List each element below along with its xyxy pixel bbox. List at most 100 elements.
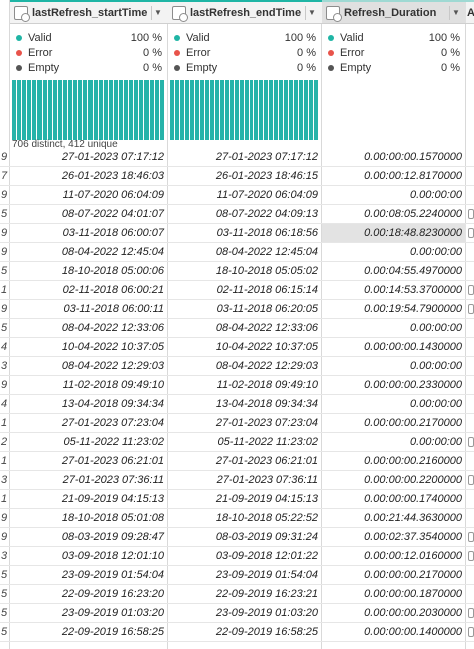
duration-cell[interactable]: 0.00:04:55.4970000 [322, 262, 466, 280]
row-index-cell[interactable]: 1 [0, 490, 10, 508]
row-index-cell[interactable]: 5 [0, 566, 10, 584]
row-index-cell[interactable]: 3 [0, 547, 10, 565]
histogram-bar[interactable] [269, 80, 274, 140]
row-index-cell[interactable]: 3 [0, 357, 10, 375]
histogram-bar[interactable] [118, 80, 124, 140]
row-index-cell[interactable]: 1 [0, 414, 10, 432]
histogram-bar[interactable] [279, 80, 284, 140]
end-time-cell[interactable]: 02-11-2018 06:15:14 [168, 281, 322, 299]
table-row[interactable]: 2 05-11-2022 11:23:02 05-11-2022 11:23:02 0… [0, 433, 474, 452]
row-index-cell[interactable]: 9 [0, 186, 10, 204]
histogram-bar[interactable] [68, 80, 73, 140]
end-time-cell[interactable]: 18-10-2018 05:22:52 [168, 509, 322, 527]
duration-cell[interactable]: 0.00:00:00.1400000 [322, 623, 466, 641]
end-time-cell[interactable]: 11-07-2020 06:04:09 [168, 186, 322, 204]
histogram-bar[interactable] [184, 80, 189, 140]
row-index-cell[interactable]: 5 [0, 604, 10, 622]
start-time-cell[interactable]: 26-01-2023 18:46:03 [10, 167, 168, 185]
start-time-cell[interactable]: 05-11-2022 11:23:02 [10, 433, 168, 451]
start-time-cell[interactable]: 03-09-2018 12:01:10 [10, 547, 168, 565]
row-index-cell[interactable]: 5 [0, 205, 10, 223]
histogram-bar[interactable] [264, 80, 269, 140]
table-row[interactable]: 5 18-10-2018 05:00:06 18-10-2018 05:05:02 0… [0, 262, 474, 281]
table-row[interactable]: 1 27-01-2023 06:21:01 27-01-2023 06:21:01 0… [0, 452, 474, 471]
histogram-bar[interactable] [62, 80, 68, 140]
table-row[interactable]: 9 11-02-2018 09:49:10 11-02-2018 09:49:10 0… [0, 376, 474, 395]
table-row[interactable]: 9 03-11-2018 06:00:11 03-11-2018 06:20:05 0… [0, 300, 474, 319]
end-time-cell[interactable]: 18-10-2018 05:05:02 [168, 262, 322, 280]
duration-cell[interactable]: 0.00:08:05.2240000 [322, 205, 466, 223]
histogram-bar[interactable] [159, 80, 164, 140]
start-time-cell[interactable]: 08-07-2022 04:01:07 [10, 205, 168, 223]
row-index-cell[interactable]: 9 [0, 224, 10, 242]
header-next-column[interactable]: A [466, 2, 474, 24]
duration-cell[interactable]: 0.00:18:48.8230000 [322, 224, 466, 242]
table-row[interactable]: 1 27-01-2023 07:23:04 27-01-2023 07:23:04 0… [0, 414, 474, 433]
end-time-cell[interactable]: 11-02-2018 09:49:10 [168, 376, 322, 394]
row-index-cell[interactable]: 2 [0, 433, 10, 451]
table-row[interactable]: 5 23-09-2019 01:54:04 23-09-2019 01:54:04 0… [0, 566, 474, 585]
histogram-bar[interactable] [47, 80, 52, 140]
start-time-cell[interactable]: 21-09-2019 04:15:13 [10, 490, 168, 508]
duration-cell[interactable]: 0.00:00:00 [322, 319, 466, 337]
table-row[interactable]: 9 03-11-2018 06:00:07 03-11-2018 06:18:56 0… [0, 224, 474, 243]
end-time-cell[interactable]: 27-01-2023 07:17:12 [168, 148, 322, 166]
header-refresh-duration[interactable]: Refresh_Duration ▼ [322, 2, 466, 24]
header-lastRefresh-endTime[interactable]: lastRefresh_endTime ▼ [168, 2, 322, 24]
start-time-cell[interactable]: 22-09-2019 16:23:20 [10, 585, 168, 603]
row-index-cell[interactable]: 5 [0, 319, 10, 337]
duration-cell[interactable]: 0.00:00:00.2330000 [322, 376, 466, 394]
duration-cell[interactable]: 0.00:19:54.7900000 [322, 300, 466, 318]
table-row[interactable]: 4 13-04-2018 09:34:34 13-04-2018 09:34:34 0… [0, 395, 474, 414]
duration-cell[interactable]: 0.00:00:00.1740000 [322, 490, 466, 508]
duration-cell[interactable]: 0.00:00:00.2200000 [322, 471, 466, 489]
histogram-bar[interactable] [57, 80, 62, 140]
histogram-bar[interactable] [22, 80, 27, 140]
histogram-bar[interactable] [209, 80, 214, 140]
table-row[interactable]: 1 21-09-2019 04:15:13 21-09-2019 04:15:13 0… [0, 490, 474, 509]
histogram-bar[interactable] [294, 80, 299, 140]
histogram-bar[interactable] [249, 80, 254, 140]
table-row[interactable]: 3 08-04-2022 12:29:03 08-04-2022 12:29:03 0… [0, 357, 474, 376]
duration-cell[interactable]: 0.00:00:00.1870000 [322, 585, 466, 603]
histogram-bar[interactable] [139, 80, 144, 140]
end-time-cell[interactable]: 08-04-2022 12:33:06 [168, 319, 322, 337]
row-index-cell[interactable]: 7 [0, 167, 10, 185]
row-index-cell[interactable]: 5 [0, 585, 10, 603]
histogram-bar[interactable] [154, 80, 159, 140]
end-time-cell[interactable]: 27-01-2023 07:23:04 [168, 414, 322, 432]
start-time-cell[interactable]: 27-01-2023 07:36:11 [10, 471, 168, 489]
row-index-cell[interactable]: 1 [0, 281, 10, 299]
table-row[interactable]: 5 22-09-2019 16:58:25 22-09-2019 16:58:25 0… [0, 623, 474, 642]
histogram-bar[interactable] [224, 80, 229, 140]
table-row[interactable]: 5 08-07-2022 04:01:07 08-07-2022 04:09:13 0… [0, 205, 474, 224]
duration-cell[interactable]: 0.00:21:44.3630000 [322, 509, 466, 527]
duration-cell[interactable]: 0.00:00:00.2170000 [322, 566, 466, 584]
histogram-bar[interactable] [219, 80, 224, 140]
start-time-cell[interactable]: 22-09-2019 16:58:25 [10, 623, 168, 641]
end-time-cell[interactable]: 13-04-2018 09:34:34 [168, 395, 322, 413]
table-row[interactable]: 9 27-01-2023 07:17:12 27-01-2023 07:17:12 0… [0, 148, 474, 167]
row-index-cell[interactable]: 9 [0, 376, 10, 394]
row-index-cell[interactable]: 5 [0, 623, 10, 641]
row-index-cell[interactable]: 4 [0, 338, 10, 356]
filter-dropdown-button[interactable]: ▼ [151, 5, 164, 20]
histogram-bar[interactable] [214, 80, 219, 140]
table-row[interactable]: 5 23-09-2019 01:03:20 23-09-2019 01:03:20 0… [0, 604, 474, 623]
histogram-bar[interactable] [124, 80, 129, 140]
start-time-cell[interactable]: 27-01-2023 07:17:12 [10, 148, 168, 166]
start-time-cell[interactable]: 11-02-2018 09:49:10 [10, 376, 168, 394]
histogram-bar[interactable] [93, 80, 98, 140]
start-time-cell[interactable]: 02-11-2018 06:00:21 [10, 281, 168, 299]
duration-cell[interactable]: 0.00:00:00.2030000 [322, 604, 466, 622]
end-time-cell[interactable]: 26-01-2023 18:46:15 [168, 167, 322, 185]
end-time-cell[interactable]: 03-11-2018 06:20:05 [168, 300, 322, 318]
duration-cell[interactable]: 0.00:00:00.2160000 [322, 452, 466, 470]
start-time-cell[interactable]: 08-04-2022 12:45:04 [10, 243, 168, 261]
histogram-bar[interactable] [274, 80, 279, 140]
datetime-type-icon[interactable] [14, 5, 30, 22]
histogram-bar[interactable] [52, 80, 57, 140]
filter-dropdown-button[interactable]: ▼ [305, 5, 318, 20]
table-row[interactable]: 9 08-04-2022 12:45:04 08-04-2022 12:45:04 0… [0, 243, 474, 262]
table-row[interactable]: 5 22-09-2019 16:23:20 22-09-2019 16:23:21 0… [0, 585, 474, 604]
